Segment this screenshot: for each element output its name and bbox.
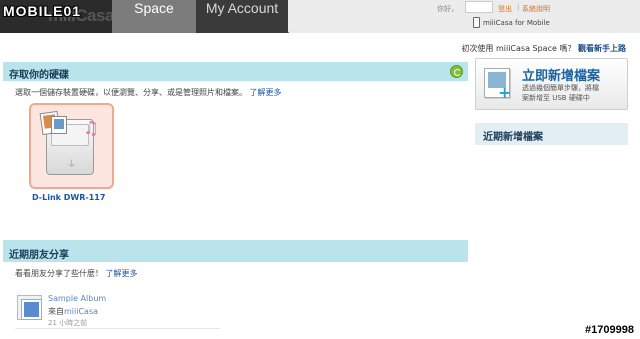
album-thumbnail[interactable] [17,295,42,320]
add-files-button[interactable]: + 立即新增檔案 透過幾個簡單步驟，將檔 案新增至 USB 硬碟中 [475,58,628,110]
storage-learn-more-link[interactable]: 了解更多 [250,88,282,97]
storage-description-text: 選取一個儲存裝置硬碟，以便瀏覽、分享、或是管理照片和檔案。 [15,88,247,97]
friends-learn-more-link[interactable]: 了解更多 [106,269,138,278]
usb-icon: ⏚ [67,160,77,170]
music-note-icon: ♫ [83,118,100,139]
album-from-label: 來自 [48,307,64,316]
friends-section-title: 近期朋友分享 [9,250,69,261]
album-from: 來自miiiCasa [48,306,98,317]
first-use-text: 初次使用 miiiCasa Space 嗎？ [461,44,576,53]
photo-icon [51,116,67,134]
logout-link[interactable]: 登出 [498,4,512,14]
add-files-title: 立即新增檔案 [522,69,601,84]
first-use-notice: 初次使用 miiiCasa Space 嗎？ 觀看新手上路 [461,43,626,54]
recent-files-title: 近期新增檔案 [483,132,543,143]
storage-section-header: 存取你的硬碟 [3,62,468,81]
watermark-bottom: #1709998 [585,324,634,336]
storage-description: 選取一個儲存裝置硬碟，以便瀏覽、分享、或是管理照片和檔案。 了解更多 [15,87,282,98]
plus-icon: + [498,83,512,102]
separator: | [517,3,520,11]
friends-description: 看看朋友分享了些什麼！ 了解更多 [15,268,138,279]
username-box [465,1,493,13]
refresh-icon[interactable] [450,65,463,78]
help-link[interactable]: 系統說明 [522,4,550,14]
storage-section-title: 存取你的硬碟 [9,70,69,81]
device-card[interactable]: ⏚ ♫ [29,103,114,189]
friends-section-header: 近期朋友分享 [3,240,468,262]
add-files-description: 透過幾個簡單步驟，將檔 [522,84,599,92]
tab-space[interactable]: Space [112,0,196,33]
album-owner-link[interactable]: miiiCasa [64,307,98,316]
album-timestamp: 21 小時之前 [48,319,88,327]
add-files-description: 案新增至 USB 硬碟中 [522,94,590,102]
mobile-link[interactable]: miiiCasa for Mobile [483,19,550,27]
album-title[interactable]: Sample Album [48,294,106,303]
user-greeting: 你好， [437,5,458,13]
user-area: 你好， 登出 | 系統說明 miiiCasa for Mobile [288,0,640,33]
friends-description-text: 看看朋友分享了些什麼！ [15,269,103,278]
device-name[interactable]: D-Link DWR-117 [32,193,105,202]
watermark-top: MOBILE01 [3,3,82,19]
top-bar: miiiCasa Space My Account 你好， 登出 | 系統說明 … [0,0,640,33]
tutorial-link[interactable]: 觀看新手上路 [578,44,626,53]
mobile-phone-icon [473,17,480,28]
tab-my-account[interactable]: My Account [196,0,288,33]
recent-files-header: 近期新增檔案 [475,123,628,145]
divider [15,328,220,329]
